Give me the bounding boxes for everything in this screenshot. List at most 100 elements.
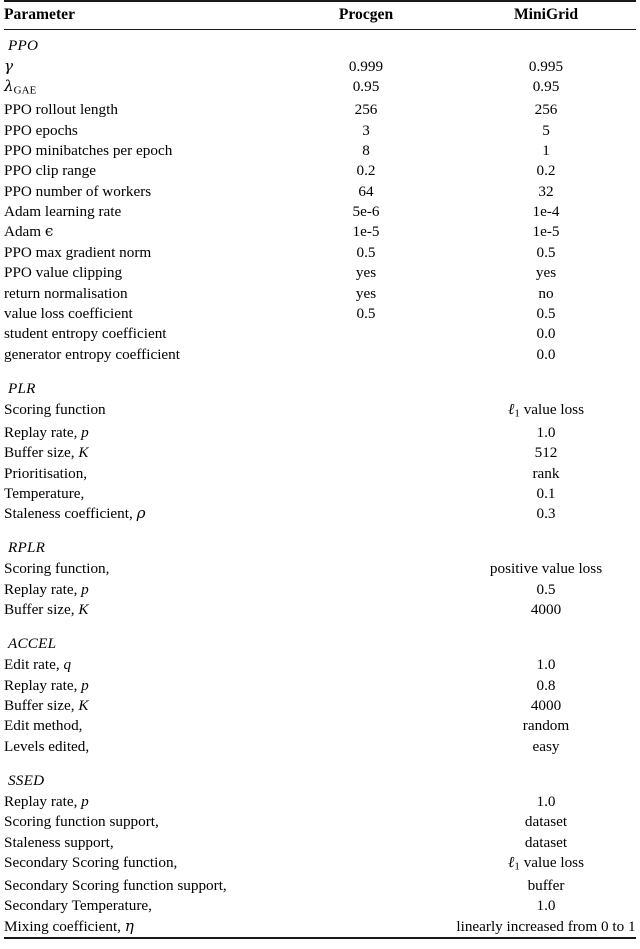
parameter-name-cell: Secondary Scoring function support, bbox=[4, 877, 227, 894]
procgen-value-cell bbox=[276, 655, 456, 675]
table-row: generator entropy coefficient 0.0 bbox=[4, 344, 636, 364]
minigrid-value-cell: yes bbox=[535, 264, 557, 282]
table-row: Replay rate, p 1.0 bbox=[4, 791, 636, 811]
minigrid-value-cell: 0.5 bbox=[536, 243, 556, 261]
procgen-value-cell: yes bbox=[355, 264, 377, 282]
table-row: PPO minibatches per epoch 8 1 bbox=[4, 140, 636, 160]
minigrid-value-cell: 1 bbox=[542, 141, 550, 159]
section-header-plr: PLR bbox=[4, 378, 636, 400]
parameter-name-cell: Buffer size, K bbox=[4, 601, 89, 619]
section-header-rplr: RPLR bbox=[4, 537, 636, 559]
table-row: Replay rate, p 0.8 bbox=[4, 675, 636, 695]
minigrid-value-cell: 5 bbox=[542, 121, 550, 139]
table-row: Edit method, random bbox=[4, 716, 636, 736]
shared-value-cell: linearly increased from 0 to 1 bbox=[456, 917, 636, 935]
minigrid-value-cell: 0.5 bbox=[536, 305, 556, 323]
minigrid-value-cell: 256 bbox=[534, 101, 558, 119]
parameter-name-cell: Edit rate, q bbox=[4, 656, 72, 674]
table-row: Mixing coefficient, η linearly increased … bbox=[4, 916, 636, 937]
procgen-value-cell: 0.999 bbox=[348, 57, 384, 75]
procgen-value-cell bbox=[276, 399, 456, 422]
parameter-name-cell: Temperature, bbox=[4, 484, 85, 502]
table-row: Scoring function ℓ1 value loss bbox=[4, 399, 636, 422]
shared-value-cell: 0.5 bbox=[536, 580, 556, 598]
table-header: Parameter Procgen MiniGrid bbox=[4, 0, 636, 30]
parameter-name-cell: generator entropy coefficient bbox=[4, 345, 180, 363]
section-spacer bbox=[4, 757, 636, 770]
procgen-value-cell bbox=[276, 791, 456, 811]
table-row: Replay rate, p 1.0 bbox=[4, 422, 636, 442]
procgen-value-cell bbox=[276, 463, 456, 483]
parameter-name-cell: PPO clip range bbox=[4, 162, 96, 180]
procgen-value-cell: 0.5 bbox=[356, 305, 376, 323]
table-row: Scoring function, positive value loss bbox=[4, 559, 636, 579]
shared-value-cell: ℓ1 value loss bbox=[507, 853, 585, 873]
column-header-minigrid: MiniGrid bbox=[513, 6, 579, 23]
parameter-name-cell: Levels edited, bbox=[4, 737, 90, 755]
section-label: PLR bbox=[8, 379, 36, 397]
shared-value-cell: buffer bbox=[527, 877, 565, 894]
shared-value-cell: 1.0 bbox=[536, 656, 556, 674]
parameter-name-cell: PPO number of workers bbox=[4, 182, 152, 200]
minigrid-value-cell: 0.0 bbox=[536, 325, 556, 343]
procgen-value-cell: 64 bbox=[358, 182, 374, 200]
table-row: Adam learning rate 5e-6 1e-4 bbox=[4, 202, 636, 222]
table-row: Prioritisation, rank bbox=[4, 463, 636, 483]
shared-value-cell: 0.3 bbox=[536, 505, 556, 523]
parameter-name-cell: value loss coefficient bbox=[4, 305, 133, 323]
procgen-value-cell: 5e-6 bbox=[352, 203, 380, 221]
minigrid-value-cell: 0.2 bbox=[536, 162, 556, 180]
hyperparameter-table-container: Parameter Procgen MiniGrid PPO γ 0.999 0.99… bbox=[0, 0, 640, 940]
parameter-name-cell: PPO minibatches per epoch bbox=[4, 141, 173, 159]
hyperparameter-table: Parameter Procgen MiniGrid PPO γ 0.999 0.99… bbox=[4, 0, 636, 940]
procgen-value-cell bbox=[276, 344, 456, 364]
table-row: Buffer size, K 4000 bbox=[4, 696, 636, 716]
section-label: SSED bbox=[8, 771, 45, 789]
table-row: Secondary Temperature, 1.0 bbox=[4, 896, 636, 916]
parameter-name-cell: Secondary Temperature, bbox=[4, 897, 152, 915]
procgen-value-cell: 8 bbox=[362, 141, 370, 159]
table-row: Staleness support, dataset bbox=[4, 832, 636, 852]
shared-value-cell: 1.0 bbox=[536, 792, 556, 810]
procgen-value-cell bbox=[276, 504, 456, 524]
parameter-name-cell: student entropy coefficient bbox=[4, 325, 167, 343]
table-row: Adam ϵ 1e-5 1e-5 bbox=[4, 222, 636, 242]
parameter-name-cell: Scoring function, bbox=[4, 560, 110, 578]
procgen-value-cell bbox=[276, 736, 456, 756]
parameter-name-cell: Mixing coefficient, η bbox=[4, 916, 134, 935]
bottom-rule bbox=[4, 936, 636, 940]
parameter-name-cell: PPO max gradient norm bbox=[4, 243, 152, 261]
procgen-value-cell bbox=[276, 896, 456, 916]
parameter-name-cell: Scoring function bbox=[4, 400, 106, 418]
shared-value-cell: easy bbox=[532, 737, 560, 755]
procgen-value-cell bbox=[276, 853, 456, 876]
table-row: Scoring function support, dataset bbox=[4, 812, 636, 832]
table-body: PPO γ 0.999 0.995 λGAE 0.95 0.95 PPO rollout le… bbox=[4, 30, 636, 938]
table-row: PPO epochs 3 5 bbox=[4, 120, 636, 140]
parameter-name-cell: Staleness support, bbox=[4, 833, 114, 851]
table-row: Buffer size, K 512 bbox=[4, 443, 636, 463]
section-label: PPO bbox=[8, 36, 39, 54]
procgen-value-cell bbox=[276, 875, 456, 895]
table-row: PPO rollout length 256 256 bbox=[4, 100, 636, 120]
section-spacer bbox=[4, 524, 636, 537]
parameter-name-cell: Edit method, bbox=[4, 717, 83, 735]
parameter-name-cell: Replay rate, p bbox=[4, 580, 89, 598]
parameter-name-cell: Staleness coefficient, ρ bbox=[4, 504, 146, 523]
table-row: Temperature, 0.1 bbox=[4, 483, 636, 503]
table-row: γ 0.999 0.995 bbox=[4, 56, 636, 76]
parameter-name-cell: PPO rollout length bbox=[4, 101, 118, 119]
table-row: student entropy coefficient 0.0 bbox=[4, 324, 636, 344]
procgen-value-cell bbox=[276, 324, 456, 344]
table-row: return normalisation yes no bbox=[4, 283, 636, 303]
procgen-value-cell bbox=[276, 559, 456, 579]
shared-value-cell: random bbox=[522, 717, 570, 735]
procgen-value-cell bbox=[276, 832, 456, 852]
table-row: Staleness coefficient, ρ 0.3 bbox=[4, 504, 636, 524]
minigrid-value-cell: 1e-5 bbox=[532, 223, 560, 241]
parameter-name-cell: return normalisation bbox=[4, 284, 128, 302]
table-row: Replay rate, p 0.5 bbox=[4, 579, 636, 599]
procgen-value-cell: 256 bbox=[354, 101, 378, 119]
procgen-value-cell bbox=[276, 579, 456, 599]
table-row: Levels edited, easy bbox=[4, 736, 636, 756]
